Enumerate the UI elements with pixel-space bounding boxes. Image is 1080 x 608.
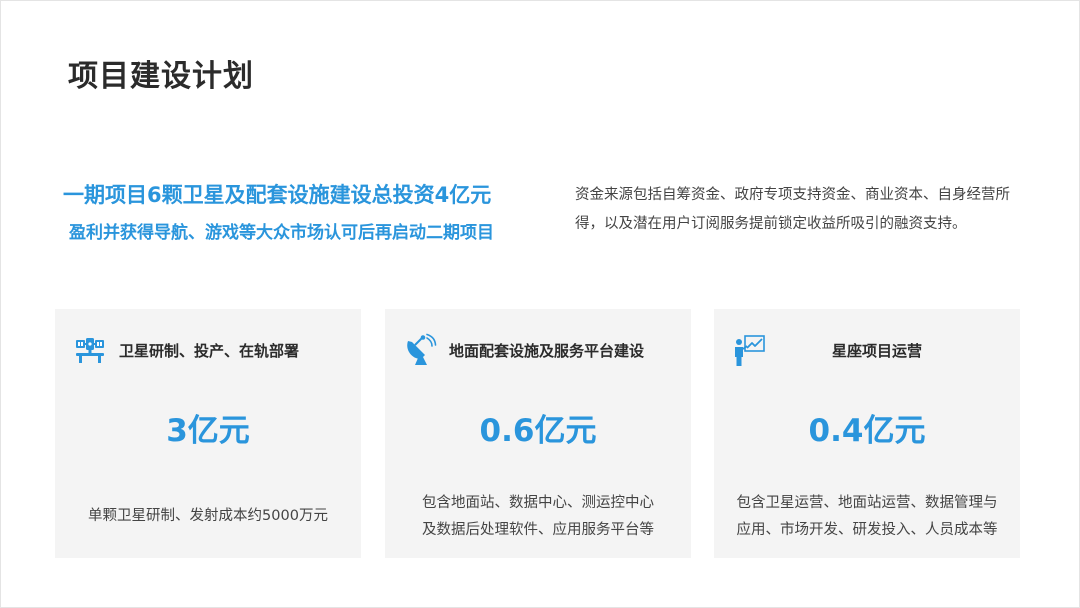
card-description: 包含地面站、数据中心、测运控中心 及数据后处理软件、应用服务平台等 (385, 490, 691, 544)
card-title: 地面配套设施及服务平台建设 (449, 342, 645, 360)
page-title: 项目建设计划 (68, 59, 254, 94)
headline-phase-two: 盈利并获得导航、游戏等大众市场认可后再启动二期项目 (69, 223, 494, 243)
card-description-line: 包含地面站、数据中心、测运控中心 (422, 495, 654, 511)
funding-source-text: 资金来源包括自筹资金、政府专项支持资金、商业资本、自身经营所得，以及潜在用户订阅… (575, 187, 1010, 232)
slide: 项目建设计划 一期项目6颗卫星及配套设施建设总投资4亿元 盈利并获得导航、游戏等… (0, 0, 1080, 608)
card-ground-facilities: 地面配套设施及服务平台建设 0.6亿元 包含地面站、数据中心、测运控中心 及数据… (385, 309, 691, 558)
card-description-line: 单颗卫星研制、发射成本约5000万元 (88, 508, 328, 524)
card-title: 卫星研制、投产、在轨部署 (119, 342, 300, 360)
satellite-icon (73, 333, 107, 367)
satellite-dish-icon (403, 333, 437, 367)
card-amount: 0.4亿元 (808, 413, 926, 449)
card-description: 单颗卫星研制、发射成本约5000万元 (55, 503, 361, 530)
card-description-line: 应用、市场开发、研发投入、人员成本等 (736, 522, 998, 538)
card-description-line: 及数据后处理软件、应用服务平台等 (422, 522, 654, 538)
card-amount: 0.6亿元 (479, 413, 597, 449)
card-constellation-operation: 星座项目运营 0.4亿元 包含卫星运营、地面站运营、数据管理与 应用、市场开发、… (714, 309, 1020, 558)
card-amount: 3亿元 (166, 413, 250, 449)
card-description-line: 包含卫星运营、地面站运营、数据管理与 (736, 495, 998, 511)
card-satellite-deployment: 卫星研制、投产、在轨部署 3亿元 单颗卫星研制、发射成本约5000万元 (55, 309, 361, 558)
card-title: 星座项目运营 (831, 342, 922, 360)
card-description: 包含卫星运营、地面站运营、数据管理与 应用、市场开发、研发投入、人员成本等 (714, 490, 1020, 544)
headline-investment: 一期项目6颗卫星及配套设施建设总投资4亿元 (63, 183, 492, 207)
